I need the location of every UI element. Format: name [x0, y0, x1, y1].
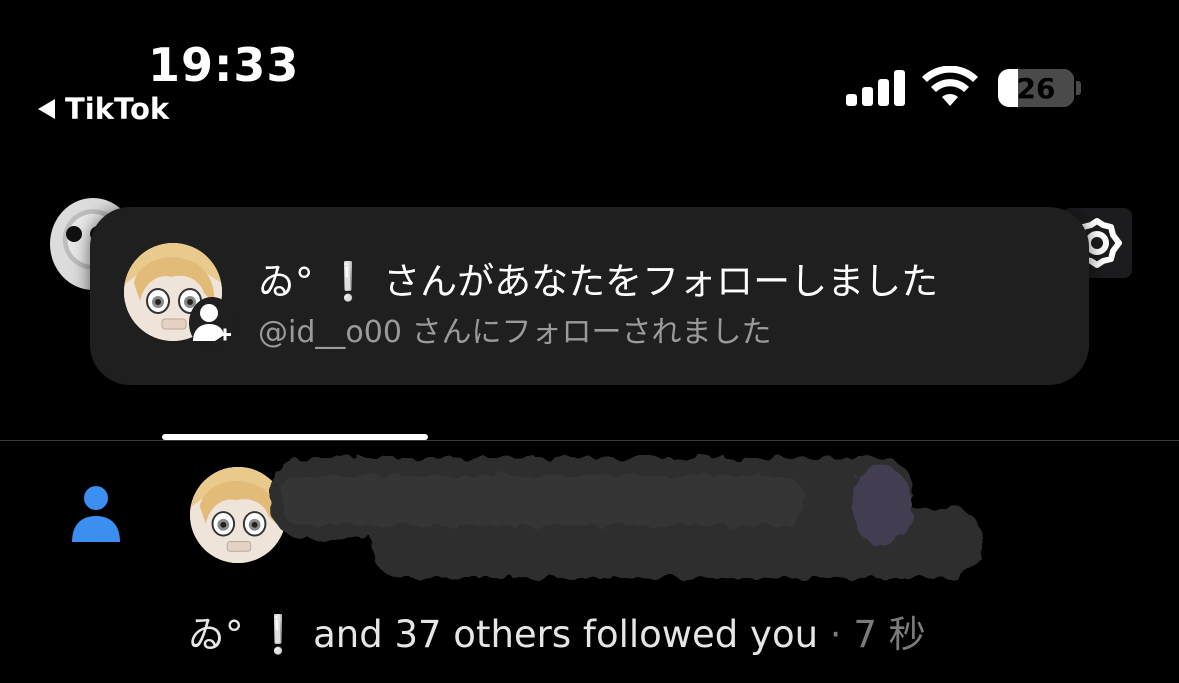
tab-divider	[0, 440, 1179, 441]
back-app-label: TikTok	[65, 92, 170, 126]
status-time: 19:33	[148, 38, 300, 92]
follow-summary: ゐ° ❕ and 37 others followed you · 7 秒	[188, 604, 926, 658]
phone-screen: 19:33 TikTok 26 ゐ° ❕ さんがあなたをフォローしました @id…	[0, 0, 1179, 683]
banner-title: ゐ° ❕ さんがあなたをフォローしました	[258, 260, 939, 303]
time-ago: 7 秒	[853, 613, 926, 656]
add-follower-icon	[193, 304, 231, 341]
follow-notification-banner[interactable]: ゐ° ❕ さんがあなたをフォローしました @id__o00 さんにフォローされま…	[90, 207, 1089, 385]
add-follower-badge	[189, 297, 235, 349]
separator: ·	[818, 613, 854, 656]
follow-summary-text: ゐ° ❕ and 37 others followed you	[188, 613, 819, 656]
redacted-avatars-scribble	[272, 458, 982, 578]
battery-tip	[1076, 81, 1081, 95]
wifi-icon	[922, 66, 978, 106]
banner-subtitle: @id__o00 さんにフォローされました	[258, 315, 772, 350]
person-icon	[72, 486, 120, 542]
back-arrow-icon	[38, 99, 55, 119]
back-to-app-button[interactable]: TikTok	[38, 92, 169, 126]
battery-icon: 26	[998, 69, 1074, 107]
cellular-signal-icon	[846, 70, 906, 106]
battery-level: 26	[1016, 72, 1056, 105]
